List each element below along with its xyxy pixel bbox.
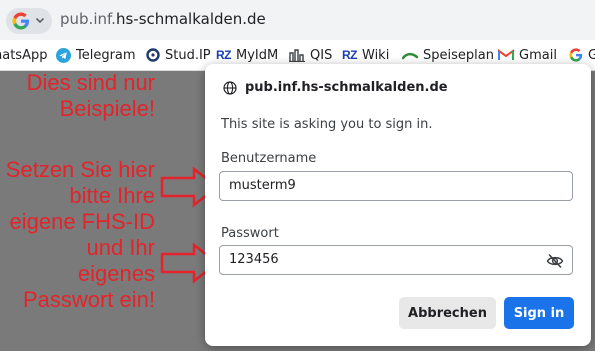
studip-icon [146, 48, 160, 62]
globe-icon [223, 80, 237, 95]
bookmark-label: G [588, 48, 595, 63]
rz-logo-icon: RZ [216, 48, 232, 62]
telegram-icon [56, 47, 71, 63]
bookmark-studip[interactable]: Stud.IP [146, 40, 211, 70]
bookmark-label: Telegram [76, 47, 136, 63]
annotation-line: eigene FHS-ID [9, 209, 155, 234]
bookmark-label: Wiki [362, 47, 390, 63]
gmail-icon [498, 49, 514, 61]
speiseplan-icon [402, 49, 418, 61]
annotation-instruction: Setzen Sie hier bitte Ihre eigene FHS-ID… [0, 157, 155, 313]
annotation-line: bitte Ihre [69, 183, 155, 208]
annotation-line: Dies sind nur [26, 70, 155, 95]
dialog-message: This site is asking you to sign in. [221, 117, 433, 132]
google-logo-icon [569, 48, 583, 62]
annotation-line: Setzen Sie hier [5, 157, 155, 182]
url-text[interactable]: pub.inf.hs-schmalkalden.de [60, 10, 266, 28]
chevron-down-icon [35, 17, 45, 24]
password-label: Passwort [221, 226, 279, 241]
site-info-button[interactable] [6, 8, 52, 34]
google-logo-icon [12, 12, 29, 30]
bookmark-telegram[interactable]: Telegram [56, 40, 136, 70]
bookmark-label: Speiseplan [423, 47, 494, 63]
username-label: Benutzername [221, 151, 317, 166]
annotation-example-note: Dies sind nur Beispiele! [0, 70, 155, 122]
address-bar: pub.inf.hs-schmalkalden.de [0, 0, 595, 40]
annotation-line: und Ihr [86, 235, 156, 260]
qis-icon [289, 48, 305, 62]
bookmark-label: Gmail [519, 47, 557, 63]
cancel-button[interactable]: Abbrechen [399, 297, 496, 329]
bookmark-whatsapp[interactable]: hatsApp [0, 40, 47, 70]
bookmark-label: Stud.IP [165, 47, 211, 63]
username-field[interactable]: musterm9 [219, 171, 573, 201]
annotation-line: Passwort ein! [22, 287, 155, 312]
annotation-line: Beispiele! [59, 96, 155, 121]
rz-logo-icon: RZ [342, 48, 358, 62]
annotation-line: eigenes [77, 261, 155, 286]
bookmark-label: QIS [310, 47, 333, 63]
dialog-host: pub.inf.hs-schmalkalden.de [245, 80, 448, 95]
username-value: musterm9 [229, 178, 296, 193]
sign-in-button[interactable]: Sign in [504, 297, 574, 329]
password-field[interactable]: 123456 [219, 245, 573, 275]
eye-off-icon[interactable] [546, 252, 564, 270]
bookmark-label: MyIdM [236, 47, 279, 63]
password-value: 123456 [229, 252, 279, 267]
sign-in-dialog: pub.inf.hs-schmalkalden.de This site is … [205, 64, 591, 346]
dialog-header: pub.inf.hs-schmalkalden.de [223, 80, 448, 95]
bookmark-label: hatsApp [0, 47, 48, 63]
